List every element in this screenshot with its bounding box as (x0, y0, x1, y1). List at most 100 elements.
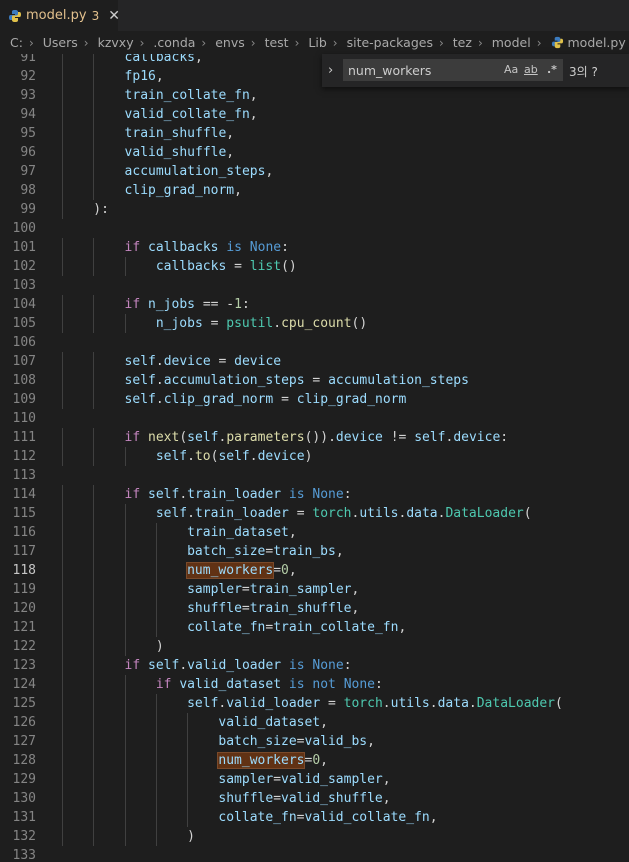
code-line[interactable]: 93 train_collate_fn, (0, 86, 629, 105)
code-line[interactable]: 124 if valid_dataset is not None: (0, 675, 629, 694)
code-line[interactable]: 100 (0, 219, 629, 238)
code-line[interactable]: 123 if self.valid_loader is None: (0, 656, 629, 675)
indent-guide (62, 54, 63, 67)
tab-model-py[interactable]: model.py 3 ✕ (0, 0, 120, 31)
indent-guide (62, 238, 63, 257)
code-line[interactable]: 121 collate_fn=train_collate_fn, (0, 618, 629, 637)
breadcrumb-label: kzvxy (97, 35, 134, 50)
code-line[interactable]: 114 if self.train_loader is None: (0, 485, 629, 504)
code-line[interactable]: 99): (0, 200, 629, 219)
whole-word-toggle[interactable]: ab (524, 63, 538, 76)
indent-guide (62, 523, 63, 542)
code-line[interactable]: 110 (0, 409, 629, 428)
code-line[interactable]: 129 sampler=valid_sampler, (0, 770, 629, 789)
indent-guide (124, 694, 126, 713)
breadcrumb-item[interactable]: model.py› (542, 35, 629, 50)
code-line[interactable]: 98 clip_grad_norm, (0, 181, 629, 200)
code-token: train_shuffle (249, 601, 352, 616)
code-line[interactable]: 120 shuffle=train_shuffle, (0, 599, 629, 618)
code-line[interactable]: 102 callbacks = list() (0, 257, 629, 276)
breadcrumb-item[interactable]: kzvxy › (89, 35, 145, 50)
code-line[interactable]: 122) (0, 637, 629, 656)
find-input-box: Aa ab .* (343, 59, 563, 81)
code-line[interactable]: 101 if callbacks is None: (0, 238, 629, 257)
breadcrumb-item[interactable]: test › (256, 35, 300, 50)
code-line[interactable]: 113 (0, 466, 629, 485)
breadcrumb-item[interactable]: model › (483, 35, 542, 50)
regex-toggle[interactable]: .* (547, 63, 557, 76)
code-line[interactable]: 130 shuffle=valid_shuffle, (0, 789, 629, 808)
code-token: , (155, 69, 164, 84)
code-line[interactable]: 94 valid_collate_fn, (0, 105, 629, 124)
breadcrumb-item[interactable]: Lib › (299, 35, 337, 50)
code-token: torch (312, 506, 352, 521)
breadcrumb-item[interactable]: site-packages › (338, 35, 444, 50)
code-token: () (351, 316, 368, 331)
close-icon[interactable]: ✕ (108, 8, 120, 24)
code-line[interactable]: 115 self.train_loader = torch.utils.data.… (0, 504, 629, 523)
code-token: shuffle (218, 791, 274, 806)
code-line[interactable]: 109 self.clip_grad_norm = clip_grad_norm (0, 390, 629, 409)
code-line[interactable]: 127 batch_size=valid_bs, (0, 732, 629, 751)
code-token: . (187, 506, 195, 521)
indent-guide (124, 789, 126, 808)
code-line[interactable]: 104 if n_jobs == -1: (0, 295, 629, 314)
code-line[interactable]: 119 sampler=train_sampler, (0, 580, 629, 599)
code-token: , (288, 525, 297, 540)
code-token: : (500, 430, 509, 445)
code-line[interactable]: 95 train_shuffle, (0, 124, 629, 143)
code-token: : (281, 240, 289, 255)
python-file-icon (8, 9, 22, 23)
line-number: 130 (12, 791, 36, 806)
code-line[interactable]: 106 (0, 333, 629, 352)
breadcrumb-item[interactable]: C: › (0, 35, 34, 50)
indent-guide (62, 637, 63, 656)
code-line[interactable]: 112 self.to(self.device) (0, 447, 629, 466)
line-number: 100 (12, 221, 36, 236)
code-line[interactable]: 118 num_workers=0, (0, 561, 629, 580)
indent-guide (93, 105, 95, 124)
code-line[interactable]: 116 train_dataset, (0, 523, 629, 542)
code-line[interactable]: 111 if next(self.parameters()).device != … (0, 428, 629, 447)
toggle-replace-icon[interactable]: › (328, 63, 333, 78)
line-number: 107 (12, 354, 36, 369)
code-line[interactable]: 117 batch_size=train_bs, (0, 542, 629, 561)
code-token: collate_fn (218, 810, 297, 825)
match-case-toggle[interactable]: Aa (504, 63, 518, 76)
breadcrumb-item[interactable]: envs › (206, 35, 255, 50)
breadcrumb-item[interactable]: .conda › (144, 35, 206, 50)
code-line[interactable]: 131 collate_fn=valid_collate_fn, (0, 808, 629, 827)
code-line[interactable]: 132) (0, 827, 629, 846)
code-line[interactable]: 125 self.valid_loader = torch.utils.data.… (0, 694, 629, 713)
indent-guide (93, 390, 95, 409)
breadcrumb-item[interactable]: tez › (444, 35, 483, 50)
code-token: DataLoader (476, 696, 556, 711)
code-line[interactable]: 105 n_jobs = psutil.cpu_count() (0, 314, 629, 333)
code-token: to (194, 449, 211, 464)
indent-guide (62, 162, 63, 181)
code-line[interactable]: 128 num_workers=0, (0, 751, 629, 770)
indent-guide (62, 67, 63, 86)
line-number: 126 (12, 715, 36, 730)
code-line[interactable]: 97 accumulation_steps, (0, 162, 629, 181)
code-text: shuffle=train_shuffle, (187, 599, 359, 618)
code-text: collate_fn=valid_collate_fn, (218, 808, 437, 827)
code-line[interactable]: 103 (0, 276, 629, 295)
indent-guide (155, 561, 157, 580)
indent-guide (124, 504, 126, 523)
indent-guide (62, 789, 63, 808)
code-line[interactable]: 126 valid_dataset, (0, 713, 629, 732)
line-number: 121 (12, 620, 36, 635)
code-line[interactable]: 107 self.device = device (0, 352, 629, 371)
code-line[interactable]: 96 valid_shuffle, (0, 143, 629, 162)
code-line[interactable]: 108 self.accumulation_steps = accumulatio… (0, 371, 629, 390)
line-number: 113 (12, 468, 36, 483)
breadcrumb-item[interactable]: Users › (34, 35, 89, 50)
indent-guide (93, 143, 95, 162)
indent-guide (93, 561, 95, 580)
code-line[interactable]: 133 (0, 846, 629, 862)
find-input[interactable] (348, 61, 498, 79)
code-editor[interactable]: 91 callbacks, 92 fp16, 93 train_collate_fn, 94… (0, 54, 629, 862)
indent-guide (93, 523, 95, 542)
code-token: : (241, 297, 250, 312)
